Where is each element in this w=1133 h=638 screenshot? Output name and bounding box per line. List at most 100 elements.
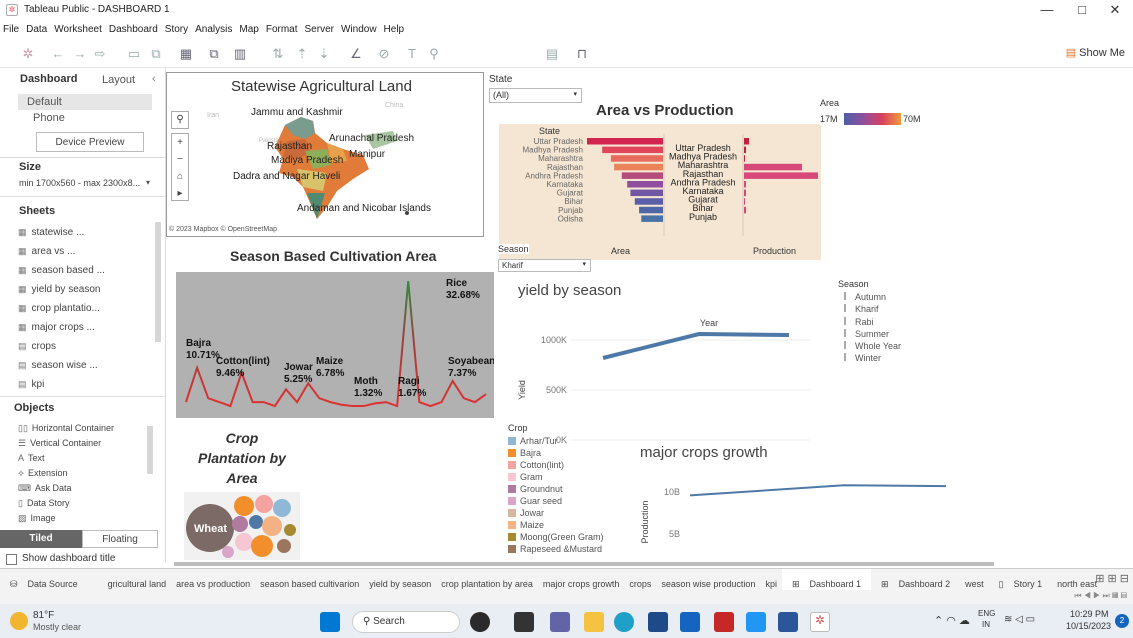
map-zoom-controls[interactable]: + − ⌂ ▸ bbox=[171, 133, 189, 201]
wifi-sound-battery-icon[interactable]: ≋ ◁ ▭ bbox=[1004, 614, 1035, 625]
file-explorer-icon[interactable] bbox=[584, 612, 604, 632]
menu-format[interactable]: Format bbox=[263, 22, 302, 35]
weather-icon[interactable] bbox=[10, 612, 28, 630]
show-me-button[interactable]: ▤ Show Me bbox=[1066, 46, 1125, 59]
season-cult-sheet[interactable]: Bajra 10.71% Cotton(lint) 9.46% Jowar 5.25% Ma… bbox=[176, 272, 494, 418]
tab-story-1[interactable]: ▯ Story 1 bbox=[989, 569, 1052, 590]
widgets-icon[interactable] bbox=[470, 612, 490, 632]
dashboard-scrollbar[interactable] bbox=[174, 562, 994, 566]
crop-legend-item[interactable]: Rapeseed &Mustard bbox=[508, 544, 604, 556]
menu-file[interactable]: File bbox=[0, 22, 23, 35]
tray-icons[interactable]: ⌃ ◠ ☁ bbox=[934, 614, 970, 627]
menu-server[interactable]: Server bbox=[302, 22, 338, 35]
sheet-item[interactable]: ▦ area vs ... bbox=[18, 246, 75, 257]
store-icon[interactable] bbox=[648, 612, 668, 632]
tab-sheet[interactable]: area vs production bbox=[171, 574, 255, 589]
close-button[interactable]: ✕ bbox=[1100, 2, 1130, 18]
menu-data[interactable]: Data bbox=[23, 22, 51, 35]
redo-icon[interactable]: ⇨ bbox=[92, 46, 108, 62]
mcafee-icon[interactable] bbox=[714, 612, 734, 632]
back-icon[interactable]: ← bbox=[50, 46, 66, 61]
size-dropdown[interactable]: min 1700x560 - max 2300x8... bbox=[19, 178, 140, 188]
presentation-icon[interactable]: ⊓ bbox=[574, 46, 590, 62]
crop-legend-item[interactable]: Groundnut bbox=[508, 484, 604, 496]
season-filter-dropdown[interactable]: Kharif ▾ bbox=[498, 259, 591, 272]
state-filter-dropdown[interactable]: (All) ▾ bbox=[489, 88, 582, 103]
maximize-button[interactable]: □ bbox=[1067, 2, 1097, 17]
tab-sheet[interactable]: major crops growth bbox=[538, 574, 625, 589]
tab-data-source[interactable]: ⛁ Data Source bbox=[0, 569, 88, 590]
menu-worksheet[interactable]: Worksheet bbox=[51, 22, 106, 35]
tab-dashboard-2[interactable]: ⊞ Dashboard 2 bbox=[871, 569, 960, 590]
device-phone[interactable]: Phone bbox=[33, 112, 65, 124]
tableau-taskbar-icon[interactable]: ✲ bbox=[810, 612, 830, 632]
tab-sheet[interactable]: crops bbox=[624, 574, 656, 589]
sheet-item[interactable]: ▦ yield by season bbox=[18, 284, 100, 295]
swap-icon[interactable]: ⇅ bbox=[270, 46, 286, 62]
new-sheet-tabs-icon[interactable]: ⊞ ⊞ ⊟ bbox=[1095, 572, 1129, 585]
tab-dashboard[interactable]: Dashboard bbox=[20, 73, 77, 85]
tab-sheet[interactable]: crop plantation by area bbox=[436, 574, 538, 589]
menu-window[interactable]: Window bbox=[338, 22, 381, 35]
objects-scrollbar[interactable] bbox=[147, 426, 153, 474]
tab-sheet[interactable]: season wise production bbox=[656, 574, 760, 589]
menu-map[interactable]: Map bbox=[236, 22, 262, 35]
collapse-panel-icon[interactable]: ‹ bbox=[152, 73, 156, 85]
taskbar-search[interactable]: ⚲ Search bbox=[352, 611, 460, 633]
tab-navigation-icon[interactable]: ⏮ ◀ ▶ ⏭ ▦ ▤ bbox=[1074, 591, 1127, 601]
tab-sheet[interactable]: yield by season bbox=[364, 574, 436, 589]
crop-legend-item[interactable]: Cotton(lint) bbox=[508, 460, 604, 472]
tab-dashboard-1[interactable]: ⊞ Dashboard 1 bbox=[781, 569, 872, 590]
duplicate-icon[interactable]: ⧉ bbox=[206, 46, 222, 62]
tab-sheet[interactable]: kpi bbox=[760, 574, 782, 589]
teams-icon[interactable] bbox=[550, 612, 570, 632]
object-ask-data[interactable]: ⌨ Ask Data bbox=[18, 483, 72, 494]
new-sheet-icon[interactable]: ▦ bbox=[178, 46, 194, 62]
save-icon[interactable]: ▭ bbox=[126, 46, 142, 62]
menu-analysis[interactable]: Analysis bbox=[192, 22, 236, 35]
object-horizontal-container[interactable]: ▯▯ Horizontal Container bbox=[18, 423, 114, 434]
menu-dashboard[interactable]: Dashboard bbox=[106, 22, 162, 35]
device-default[interactable]: Default bbox=[18, 94, 152, 110]
sheet-item[interactable]: ▦ statewise ... bbox=[18, 227, 84, 238]
season-legend-item[interactable]: Rabi bbox=[844, 316, 901, 329]
object-text[interactable]: A Text bbox=[18, 453, 45, 463]
clock-time[interactable]: 10:29 PM bbox=[1070, 609, 1109, 619]
show-title-checkbox[interactable] bbox=[6, 554, 17, 565]
season-legend-item[interactable]: Summer bbox=[844, 328, 901, 341]
crop-legend-item[interactable]: Guar seed bbox=[508, 496, 604, 508]
sheet-item[interactable]: ▤ crops bbox=[18, 341, 56, 352]
menu-help[interactable]: Help bbox=[381, 22, 409, 35]
season-legend-item[interactable]: Whole Year bbox=[844, 341, 901, 353]
object-data-story[interactable]: ▯ Data Story bbox=[18, 498, 69, 509]
season-legend-item[interactable]: Winter bbox=[844, 353, 901, 365]
highlight-icon[interactable]: ∠ bbox=[348, 46, 364, 62]
crop-legend-item[interactable]: Bajra bbox=[508, 448, 604, 460]
tab-sheet[interactable]: gricultural land bbox=[88, 574, 172, 589]
lang-label[interactable]: ENG bbox=[978, 609, 995, 618]
device-preview-button[interactable]: Device Preview bbox=[36, 132, 144, 152]
crop-legend-item[interactable]: Gram bbox=[508, 472, 604, 484]
object-vertical-container[interactable]: ☰ Vertical Container bbox=[18, 438, 101, 449]
crop-legend-item[interactable]: Jowar bbox=[508, 508, 604, 520]
tab-sheet[interactable]: west bbox=[960, 574, 989, 589]
sheet-item[interactable]: ▤ kpi bbox=[18, 379, 44, 390]
sheet-item[interactable]: ▦ season based ... bbox=[18, 265, 105, 276]
crop-legend-item[interactable]: Moong(Green Gram) bbox=[508, 532, 604, 544]
object-extension[interactable]: ⟡ Extension bbox=[18, 468, 67, 479]
edge-icon[interactable] bbox=[614, 612, 634, 632]
pin-icon[interactable]: ⚲ bbox=[426, 46, 442, 62]
crop-legend-item[interactable]: Arhar/Tur bbox=[508, 436, 604, 448]
crop-legend-item[interactable]: Maize bbox=[508, 520, 604, 532]
tab-sheet[interactable]: season based cultivarion bbox=[255, 574, 364, 589]
sheet-item[interactable]: ▦ crop plantatio... bbox=[18, 303, 100, 314]
windows-start-icon[interactable] bbox=[320, 612, 340, 632]
forward-icon[interactable]: → bbox=[72, 46, 88, 61]
sheets-scrollbar[interactable] bbox=[155, 222, 161, 342]
tiled-button[interactable]: Tiled bbox=[0, 530, 82, 548]
tableau-logo-icon[interactable]: ✲ bbox=[20, 46, 36, 62]
floating-button[interactable]: Floating bbox=[82, 530, 158, 548]
word-icon[interactable] bbox=[778, 612, 798, 632]
label-icon[interactable]: T bbox=[404, 46, 420, 61]
minimize-button[interactable]: — bbox=[1032, 2, 1062, 17]
